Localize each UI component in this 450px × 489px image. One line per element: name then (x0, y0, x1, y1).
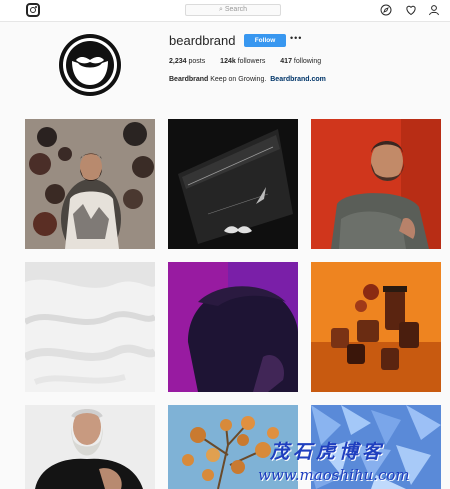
posts-count: 2,234 (169, 58, 187, 65)
post-thumbnail[interactable] (25, 262, 155, 392)
search-placeholder: Search (224, 6, 248, 13)
posts-label: posts (188, 58, 206, 65)
compass-icon[interactable] (380, 4, 392, 16)
bio-text: Keep on Growing. (210, 76, 267, 83)
followers-stat[interactable]: 124k followers (220, 58, 265, 65)
post-thumbnail[interactable] (311, 262, 441, 392)
search-input[interactable]: ⌕ Search (185, 4, 281, 16)
watermark-url: www.maoshihu.com (258, 466, 410, 484)
top-nav-bar: ⌕ Search (0, 0, 450, 22)
followers-label: followers (237, 58, 266, 65)
post-thumbnail[interactable] (25, 405, 155, 489)
bio-name: Beardbrand (169, 76, 209, 83)
posts-stat: 2,234 posts (169, 58, 205, 65)
post-thumbnail[interactable] (25, 119, 155, 249)
following-count: 417 (280, 58, 292, 65)
following-label: following (293, 58, 322, 65)
post-thumbnail[interactable] (168, 119, 298, 249)
profile-bio: Beardbrand Keep on Growing. Beardbrand.c… (169, 76, 326, 83)
search-icon: ⌕ (218, 6, 223, 13)
watermark-text: 茂石虎博客 (270, 441, 386, 463)
post-thumbnail[interactable] (311, 119, 441, 249)
followers-count: 124k (220, 58, 236, 65)
more-options-button[interactable]: ••• (290, 33, 302, 43)
person-icon[interactable] (428, 4, 440, 16)
bio-link[interactable]: Beardbrand.com (270, 76, 326, 83)
profile-avatar[interactable] (58, 33, 122, 97)
following-stat[interactable]: 417 following (280, 58, 321, 65)
profile-username: beardbrand (169, 33, 236, 48)
instagram-logo-icon[interactable] (26, 3, 40, 17)
post-thumbnail[interactable] (168, 262, 298, 392)
heart-icon[interactable] (405, 4, 417, 16)
profile-stats: 2,234 posts 124k followers 417 following (169, 58, 334, 65)
follow-button[interactable]: Follow (244, 34, 286, 47)
